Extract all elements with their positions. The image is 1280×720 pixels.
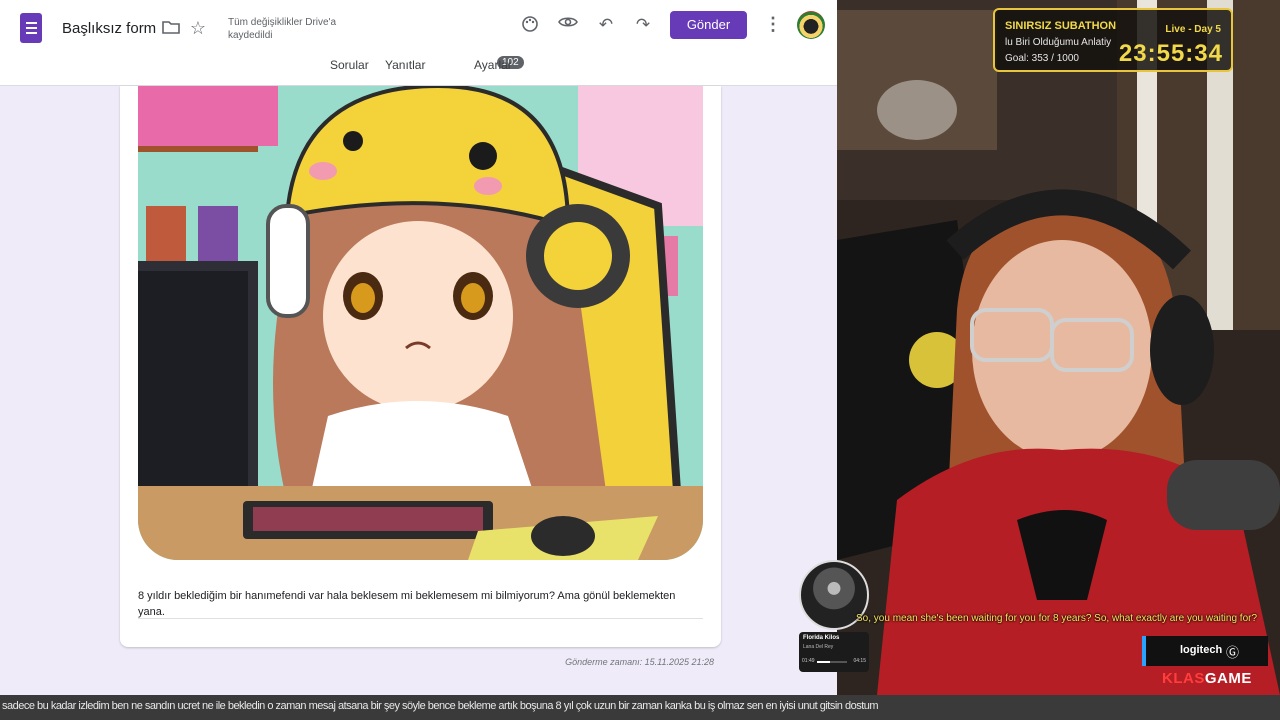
- divider: [138, 618, 703, 619]
- more-options-icon[interactable]: ⋮: [762, 14, 784, 36]
- send-button[interactable]: Gönder: [670, 11, 747, 39]
- tab-ayarlar[interactable]: Ayarlar: [474, 58, 512, 72]
- subathon-timer: 23:55:34: [1118, 40, 1223, 67]
- response-card: 8 yıldır beklediğim bir hanımefendi var …: [120, 86, 721, 647]
- chat-ticker: sadece bu kadar izledim ben ne sandın uc…: [0, 695, 1280, 720]
- klasgame-logo: KLASGAME: [1162, 670, 1252, 687]
- subathon-goal-widget: SINIRSIZ SUBATHON lu Biri Olduğumu Anlat…: [993, 8, 1233, 72]
- sponsor-logitech: logitech Ⓖ: [1142, 636, 1268, 666]
- preview-eye-icon[interactable]: [557, 15, 579, 37]
- forms-header: Başlıksız form ☆ Tüm değişiklikler Drive…: [0, 0, 837, 86]
- forms-window: Başlıksız form ☆ Tüm değişiklikler Drive…: [0, 0, 837, 695]
- now-playing-card: Florida Kilos Lana Del Rey 01:49 04:15: [799, 632, 869, 672]
- form-title[interactable]: Başlıksız form: [62, 20, 156, 37]
- streamer-webcam-image: [837, 0, 1280, 695]
- forms-content: 8 yıldır beklediğim bir hanımefendi var …: [0, 86, 837, 695]
- tab-yanitlar-label: Yanıtlar: [385, 58, 426, 72]
- redo-icon[interactable]: ↷: [632, 15, 654, 37]
- goal-count: Goal: 353 / 1000: [1005, 53, 1079, 64]
- save-status: Tüm değişiklikler Drive'a kaydedildi: [228, 17, 337, 41]
- live-day-label: Live - Day 5: [1165, 24, 1221, 35]
- song-title: Florida Kilos: [803, 635, 840, 641]
- response-text: 8 yıldır beklediğim bir hanımefendi var …: [138, 590, 676, 618]
- webcam-feed: [837, 0, 1280, 695]
- folder-icon[interactable]: [160, 19, 182, 41]
- goal-title: SINIRSIZ SUBATHON: [1005, 20, 1117, 32]
- song-artist: Lana Del Rey: [803, 644, 834, 650]
- sponsor-name: logitech: [1180, 644, 1223, 656]
- song-progress-fill: [817, 661, 830, 663]
- gamer-girl-illustration: [138, 86, 703, 560]
- submitted-timestamp: Gönderme zamanı: 15.11.2025 21:28: [565, 657, 714, 667]
- chat-ticker-text: sadece bu kadar izledim ben ne sandın uc…: [2, 700, 879, 712]
- song-total: 04:15: [853, 658, 866, 664]
- undo-icon[interactable]: ↶: [595, 15, 617, 37]
- forms-logo-icon[interactable]: [20, 13, 42, 43]
- avatar[interactable]: [797, 11, 825, 39]
- star-icon[interactable]: ☆: [187, 18, 209, 40]
- song-elapsed: 01:49: [802, 658, 815, 664]
- song-progress-bar: [817, 661, 847, 663]
- live-caption: So, you mean she's been waiting for you …: [856, 613, 1258, 624]
- palette-icon[interactable]: [519, 15, 541, 37]
- goal-subtitle: lu Biri Olduğumu Anlatiy: [1005, 37, 1112, 48]
- tab-sorular[interactable]: Sorular: [330, 58, 369, 72]
- logitech-g-icon: Ⓖ: [1226, 645, 1240, 660]
- tab-yanitlar[interactable]: Yanıtlar 102: [385, 56, 524, 72]
